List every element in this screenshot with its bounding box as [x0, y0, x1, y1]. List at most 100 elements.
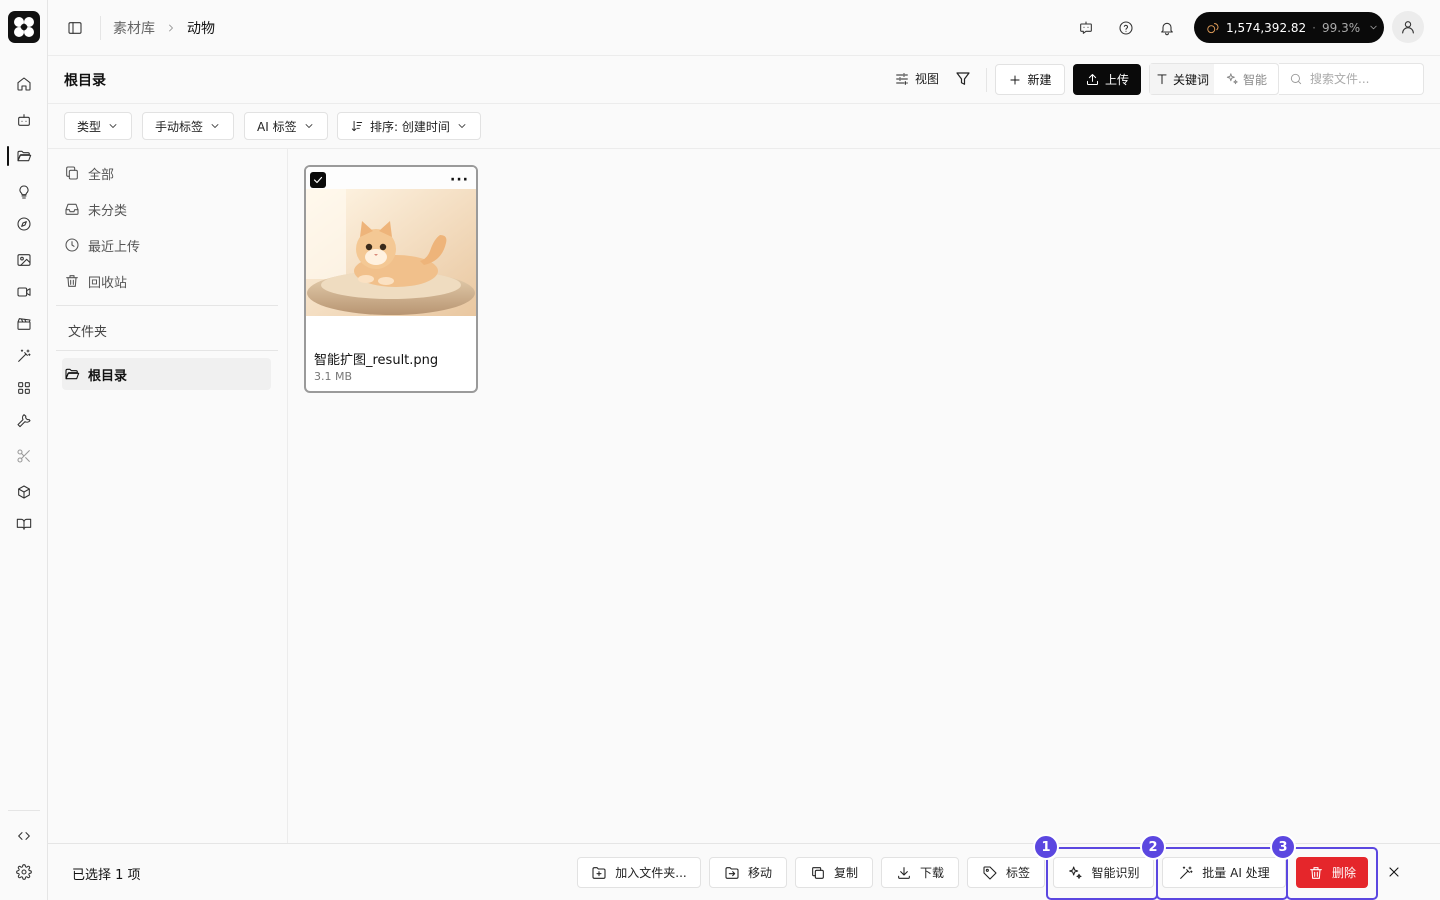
- breadcrumb-current: 动物: [187, 21, 215, 37]
- sort-dropdown[interactable]: 排序: 创建时间: [337, 112, 481, 140]
- chevron-down-icon: [109, 124, 117, 128]
- chat-bot-icon[interactable]: [1075, 17, 1097, 39]
- filter-icon[interactable]: [954, 70, 972, 88]
- sidebar-item-label: 最近上传: [88, 239, 141, 255]
- annotation-badge-1: 1: [1033, 834, 1059, 860]
- settings-gear-icon[interactable]: [8, 858, 40, 886]
- delete-button[interactable]: 删除: [1296, 857, 1368, 888]
- annotation-badge-3: 3: [1270, 834, 1296, 860]
- wrench-icon[interactable]: [8, 406, 40, 434]
- magic-wand-icon[interactable]: [8, 342, 40, 370]
- header-divider: [986, 68, 987, 92]
- sidebar-item-uncategorized[interactable]: 未分类: [64, 193, 270, 225]
- sidebar-item-all[interactable]: 全部: [64, 157, 270, 189]
- help-icon[interactable]: [1115, 17, 1137, 39]
- selection-count: 已选择 1 项: [72, 868, 141, 883]
- folder-open-icon[interactable]: [7, 142, 40, 170]
- batch-ai-button[interactable]: 批量 AI 处理: [1162, 857, 1286, 888]
- sidebar-item-recent[interactable]: 最近上传: [64, 229, 270, 261]
- magic-wand-icon: [1180, 865, 1193, 879]
- home-icon[interactable]: [8, 70, 40, 98]
- clapperboard-icon[interactable]: [8, 310, 40, 338]
- move-label: 移动: [747, 866, 772, 880]
- chevron-down-icon: [1368, 22, 1379, 33]
- clock-icon: [65, 238, 79, 252]
- download-button[interactable]: 下载: [881, 857, 959, 888]
- file-name: 智能扩图_result.png: [314, 353, 439, 368]
- bell-icon[interactable]: [1156, 17, 1178, 39]
- sidebar-toggle-icon[interactable]: [64, 17, 86, 39]
- coins-icon: [1206, 21, 1220, 35]
- check-icon: [313, 176, 323, 184]
- credits-separator: ·: [1312, 20, 1316, 35]
- package-icon[interactable]: [8, 478, 40, 506]
- download-label: 下载: [919, 866, 944, 880]
- new-button[interactable]: 新建: [995, 64, 1065, 95]
- sidebar-item-label: 回收站: [88, 275, 128, 291]
- sort-icon: [351, 120, 363, 132]
- copy-button[interactable]: 复制: [795, 857, 873, 888]
- ai-tags-dropdown[interactable]: AI 标签: [244, 112, 328, 140]
- inbox-icon: [65, 203, 79, 215]
- search-mode-keyword[interactable]: 关键词: [1150, 64, 1214, 94]
- image-icon[interactable]: [8, 246, 40, 274]
- plus-icon: [1010, 74, 1021, 85]
- folder-plus-icon: [592, 866, 606, 879]
- breadcrumb: 素材库 动物: [113, 18, 215, 38]
- book-icon[interactable]: [8, 510, 40, 538]
- user-avatar[interactable]: [1392, 11, 1424, 43]
- keyword-label: 关键词: [1172, 72, 1209, 87]
- scissors-icon[interactable]: [8, 442, 40, 470]
- text-icon: [1157, 74, 1167, 85]
- content-header: 根目录 视图 新建 上传 关键词 智能: [48, 56, 1440, 104]
- type-filter-dropdown[interactable]: 类型: [64, 112, 133, 140]
- view-options-button[interactable]: 视图: [894, 70, 939, 87]
- file-card[interactable]: ··· 智能扩图_result.png 3.1 MB: [304, 165, 478, 393]
- bot-icon[interactable]: [8, 106, 40, 134]
- ai-tags-label: AI 标签: [257, 119, 297, 134]
- move-button[interactable]: 移动: [709, 857, 787, 888]
- add-to-folder-label: 加入文件夹...: [615, 866, 687, 880]
- chevron-right-icon: [165, 22, 177, 34]
- video-icon[interactable]: [8, 278, 40, 306]
- smart-recognize-label: 智能识别: [1091, 866, 1140, 880]
- search-mode-smart[interactable]: 智能: [1214, 64, 1278, 94]
- credits-percent: 99.3%: [1321, 20, 1361, 35]
- add-to-folder-button[interactable]: 加入文件夹...: [577, 857, 701, 888]
- trash-icon: [1310, 866, 1322, 879]
- manual-tags-dropdown[interactable]: 手动标签: [142, 112, 235, 140]
- file-thumbnail: [306, 167, 476, 337]
- credits-amount: 1,574,392.82: [1226, 20, 1307, 35]
- grid-icon[interactable]: [8, 374, 40, 402]
- tag-button[interactable]: 标签: [967, 857, 1045, 888]
- tag-label: 标签: [1005, 866, 1030, 880]
- upload-icon: [1086, 74, 1098, 85]
- search-mode-toggle: 关键词 智能: [1149, 63, 1279, 95]
- sidebar-item-trash[interactable]: 回收站: [64, 265, 270, 297]
- compass-icon[interactable]: [8, 210, 40, 238]
- sort-label: 排序: 创建时间: [370, 119, 450, 134]
- delete-label: 删除: [1331, 866, 1356, 880]
- type-filter-label: 类型: [77, 119, 102, 134]
- rail-divider: [8, 810, 40, 811]
- breadcrumb-parent[interactable]: 素材库: [113, 18, 155, 38]
- library-sidebar: 全部 未分类 最近上传 回收站 文件夹 根目录: [48, 149, 288, 843]
- batch-ai-label: 批量 AI 处理: [1202, 866, 1270, 880]
- lightbulb-icon[interactable]: [8, 178, 40, 206]
- more-options-icon[interactable]: ···: [450, 173, 469, 187]
- credits-balance-button[interactable]: 1,574,392.82 · 99.3%: [1194, 12, 1384, 43]
- file-select-checkbox[interactable]: [310, 172, 326, 188]
- search-input[interactable]: [1310, 72, 1410, 86]
- folder-item-root[interactable]: 根目录: [62, 358, 271, 390]
- close-selection-icon[interactable]: [1386, 864, 1402, 880]
- upload-label: 上传: [1104, 73, 1129, 87]
- smart-recognize-button[interactable]: 智能识别: [1053, 857, 1154, 888]
- app-logo[interactable]: [8, 11, 40, 43]
- code-icon[interactable]: [8, 822, 40, 850]
- trash-icon: [66, 275, 78, 287]
- upload-button[interactable]: 上传: [1073, 64, 1141, 95]
- sidebar-divider: [56, 305, 278, 306]
- file-grid: ··· 智能扩图_result.png 3.1 MB: [289, 149, 1440, 843]
- copy-icon: [812, 866, 824, 879]
- sparkles-icon: [1069, 865, 1083, 879]
